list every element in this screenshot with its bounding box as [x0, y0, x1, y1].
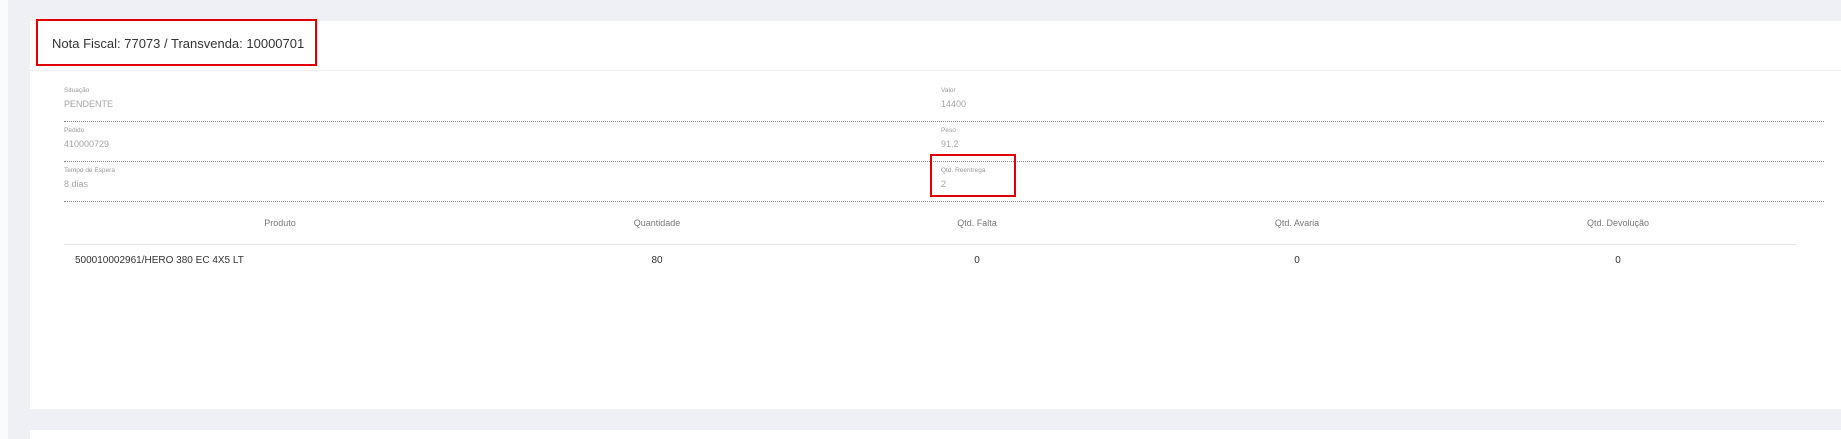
- card-header: Nota Fiscal: 77073 / Transvenda: 1000070…: [30, 21, 1841, 71]
- field-label: Pedido: [64, 127, 85, 134]
- field-label: Valor: [941, 87, 956, 94]
- field-qtd-reentrega: Qtd. Reentrega 2: [941, 165, 1824, 202]
- field-value: 14400: [941, 99, 967, 109]
- cell-qtd-devolucao: 0: [1615, 255, 1621, 266]
- field-value: PENDENTE: [64, 99, 114, 109]
- field-label: Peso: [941, 127, 956, 134]
- field-value: 91.2: [941, 139, 959, 149]
- table-row: 500010002961/HERO 380 EC 4X5 LT 80 0 0 0: [64, 245, 1796, 277]
- cell-produto: 500010002961/HERO 380 EC 4X5 LT: [75, 255, 244, 266]
- field-label: Tempo de Espera: [64, 167, 115, 174]
- field-value: 8 dias: [64, 179, 89, 189]
- cell-qtd-avaria: 0: [1294, 255, 1300, 266]
- column-header-qtd-avaria: Qtd. Avaria: [1274, 218, 1320, 228]
- field-peso: Peso 91.2: [941, 125, 1824, 162]
- field-tempo-espera: Tempo de Espera 8 dias: [64, 165, 950, 202]
- field-label: Qtd. Reentrega: [941, 167, 986, 174]
- products-table: Produto Quantidade Qtd. Falta Qtd. Avari…: [64, 207, 1796, 277]
- table-header: Produto Quantidade Qtd. Falta Qtd. Avari…: [64, 207, 1796, 245]
- field-situacao: Situação PENDENTE: [64, 85, 950, 122]
- page-edge: [0, 0, 8, 439]
- next-card: [30, 430, 1841, 439]
- column-header-qtd-devolucao: Qtd. Devolução: [1586, 218, 1650, 228]
- field-pedido: Pedido 410000729: [64, 125, 950, 162]
- field-valor: Valor 14400: [941, 85, 1824, 122]
- column-header-quantidade: Quantidade: [633, 218, 681, 228]
- field-value: 2: [941, 179, 947, 189]
- column-header-qtd-falta: Qtd. Falta: [957, 218, 997, 228]
- cell-qtd-falta: 0: [974, 255, 980, 266]
- card-title: Nota Fiscal: 77073 / Transvenda: 1000070…: [52, 36, 305, 51]
- field-label: Situação: [64, 87, 90, 94]
- cell-quantidade: 80: [651, 255, 663, 266]
- field-value: 410000729: [64, 139, 110, 149]
- column-header-produto: Produto: [264, 218, 296, 228]
